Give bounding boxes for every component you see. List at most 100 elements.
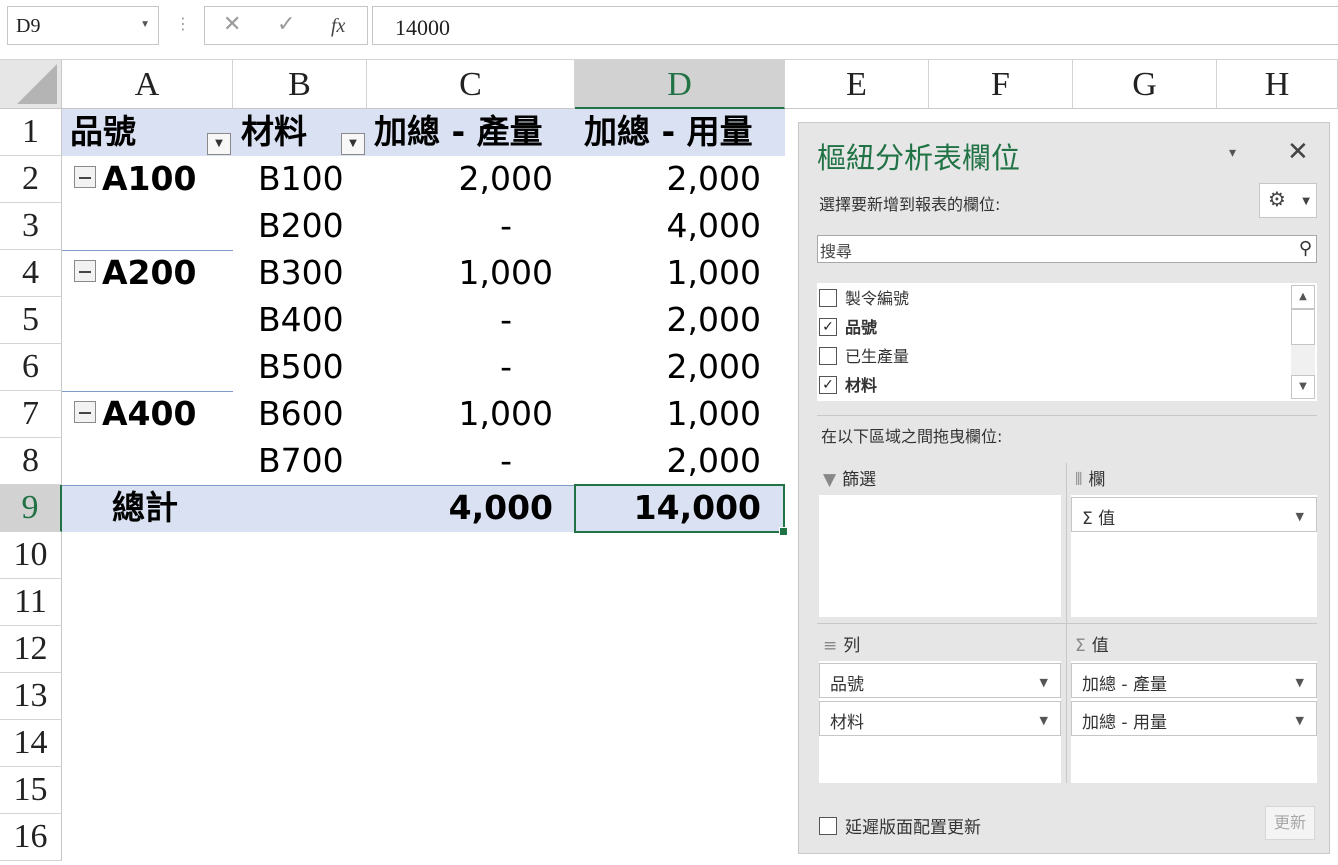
checkbox-checked-icon[interactable]: ✓ xyxy=(819,317,837,336)
pivot-total-output[interactable]: 4,000 xyxy=(367,485,553,531)
column-header-g[interactable]: G xyxy=(1073,60,1217,109)
pivot-usage-cell[interactable]: 2,000 xyxy=(575,297,761,343)
search-icon[interactable]: ⚲ xyxy=(1299,238,1312,259)
filter-dropdown-icon[interactable]: ▼ xyxy=(341,133,365,155)
columns-icon: ⦀ xyxy=(1075,470,1083,490)
drag-handle-icon[interactable]: ⋮ xyxy=(175,14,191,33)
pivot-output-cell[interactable]: 1,000 xyxy=(367,391,553,437)
column-header-c[interactable]: C xyxy=(367,60,575,109)
row-header-2[interactable]: 2 xyxy=(0,156,62,203)
pivot-output-cell[interactable]: - xyxy=(367,297,512,343)
chevron-down-icon[interactable]: ▼ xyxy=(1040,714,1048,727)
formula-input[interactable]: 14000 xyxy=(372,6,1338,45)
row-header-14[interactable]: 14 xyxy=(0,720,62,767)
pivot-group-label[interactable]: A200 xyxy=(74,250,196,296)
row-header-5[interactable]: 5 xyxy=(0,297,62,344)
pivot-header-material[interactable]: 材料 xyxy=(241,109,307,155)
row-header-6[interactable]: 6 xyxy=(0,344,62,391)
row-header-7[interactable]: 7 xyxy=(0,391,62,438)
chevron-down-icon[interactable]: ▼ xyxy=(1296,676,1304,689)
rows-chip[interactable]: 品號 ▼ xyxy=(819,663,1061,698)
pane-menu-icon[interactable]: ▾ xyxy=(1229,145,1236,161)
row-header-10[interactable]: 10 xyxy=(0,532,62,579)
pivot-output-cell[interactable]: - xyxy=(367,344,512,390)
row-header-8[interactable]: 8 xyxy=(0,438,62,485)
field-item[interactable]: 已生產量 xyxy=(819,343,909,367)
chevron-down-icon[interactable]: ▼ xyxy=(1040,676,1048,689)
row-header-3[interactable]: 3 xyxy=(0,203,62,250)
column-header-f[interactable]: F xyxy=(929,60,1073,109)
scroll-up-icon[interactable]: ▲ xyxy=(1291,285,1315,309)
field-item[interactable]: ✓ 材料 xyxy=(819,372,877,396)
field-item[interactable]: ✓ 品號 xyxy=(819,314,877,338)
pivot-usage-cell[interactable]: 1,000 xyxy=(575,250,761,296)
row-header-12[interactable]: 12 xyxy=(0,626,62,673)
pivot-material-cell[interactable]: B400 xyxy=(258,297,344,343)
column-header-e[interactable]: E xyxy=(785,60,929,109)
pivot-material-cell[interactable]: B200 xyxy=(258,203,344,249)
chevron-down-icon[interactable]: ▼ xyxy=(1296,714,1304,727)
rows-chip[interactable]: 材料 ▼ xyxy=(819,701,1061,736)
search-input[interactable]: 搜尋 ⚲ xyxy=(817,235,1317,263)
collapse-icon[interactable] xyxy=(74,400,96,423)
column-header-a[interactable]: A xyxy=(62,60,233,109)
scroll-down-icon[interactable]: ▼ xyxy=(1291,375,1315,399)
cancel-icon[interactable]: ✕ xyxy=(223,12,241,37)
pivot-output-cell[interactable]: - xyxy=(367,438,512,484)
pivot-material-cell[interactable]: B500 xyxy=(258,344,344,390)
row-header-4[interactable]: 4 xyxy=(0,250,62,297)
active-cell-selection[interactable] xyxy=(574,484,788,536)
column-header-b[interactable]: B xyxy=(233,60,367,109)
pivot-output-cell[interactable]: 1,000 xyxy=(367,250,553,296)
checkbox-unchecked-icon[interactable] xyxy=(819,817,837,835)
field-item[interactable]: 製令編號 xyxy=(819,285,909,309)
select-all-button[interactable] xyxy=(0,60,62,109)
pivot-header-sum-output[interactable]: 加總 - 產量 xyxy=(374,109,543,155)
checkbox-checked-icon[interactable]: ✓ xyxy=(819,375,837,394)
collapse-icon[interactable] xyxy=(74,259,96,282)
column-header-h[interactable]: H xyxy=(1217,60,1338,109)
chevron-down-icon[interactable]: ▼ xyxy=(140,19,150,30)
row-header-13[interactable]: 13 xyxy=(0,673,62,720)
checkbox-unchecked-icon[interactable] xyxy=(819,346,837,365)
filter-dropdown-icon[interactable]: ▼ xyxy=(207,133,231,155)
close-icon[interactable]: ✕ xyxy=(1287,137,1309,167)
pivot-usage-cell[interactable]: 2,000 xyxy=(575,438,761,484)
pivot-output-cell[interactable]: - xyxy=(367,203,512,249)
column-header-d[interactable]: D xyxy=(575,60,785,109)
pivot-group-label[interactable]: A400 xyxy=(74,391,196,437)
row-header-9[interactable]: 9 xyxy=(0,485,62,532)
filters-drop-zone[interactable] xyxy=(819,495,1061,617)
tools-button[interactable]: ⚙ ▼ xyxy=(1259,183,1317,218)
columns-chip[interactable]: Σ 值 ▼ xyxy=(1071,497,1317,532)
pivot-total-label[interactable]: 總計 xyxy=(112,485,178,531)
pivot-header-sum-usage[interactable]: 加總 - 用量 xyxy=(584,109,753,155)
chevron-down-icon[interactable]: ▼ xyxy=(1296,510,1304,523)
values-chip[interactable]: 加總 - 產量 ▼ xyxy=(1071,663,1317,698)
collapse-icon[interactable] xyxy=(74,165,96,188)
pivot-usage-cell[interactable]: 1,000 xyxy=(575,391,761,437)
update-button[interactable]: 更新 xyxy=(1265,806,1315,840)
values-chip[interactable]: 加總 - 用量 ▼ xyxy=(1071,701,1317,736)
pivot-group-label[interactable]: A100 xyxy=(74,156,196,202)
row-header-16[interactable]: 16 xyxy=(0,814,62,861)
name-box[interactable]: D9 ▼ xyxy=(7,6,159,45)
defer-update-option[interactable]: 延遲版面配置更新 xyxy=(819,813,981,838)
pivot-material-cell[interactable]: B600 xyxy=(258,391,344,437)
row-header-15[interactable]: 15 xyxy=(0,767,62,814)
pivot-usage-cell[interactable]: 2,000 xyxy=(575,156,761,202)
pivot-material-cell[interactable]: B100 xyxy=(258,156,344,202)
pivot-header-product[interactable]: 品號 xyxy=(70,109,136,155)
row-header-11[interactable]: 11 xyxy=(0,579,62,626)
row-header-1[interactable]: 1 xyxy=(0,109,62,156)
pivot-material-cell[interactable]: B700 xyxy=(258,438,344,484)
checkbox-unchecked-icon[interactable] xyxy=(819,288,837,307)
enter-icon[interactable]: ✓ xyxy=(277,12,295,37)
pivot-output-cell[interactable]: 2,000 xyxy=(367,156,553,202)
pivot-material-cell[interactable]: B300 xyxy=(258,250,344,296)
insert-function-icon[interactable]: fx xyxy=(331,15,345,38)
scroll-thumb[interactable] xyxy=(1291,309,1315,345)
field-list-scrollbar[interactable]: ▲ ▼ xyxy=(1291,285,1315,399)
pivot-usage-cell[interactable]: 4,000 xyxy=(575,203,761,249)
pivot-usage-cell[interactable]: 2,000 xyxy=(575,344,761,390)
